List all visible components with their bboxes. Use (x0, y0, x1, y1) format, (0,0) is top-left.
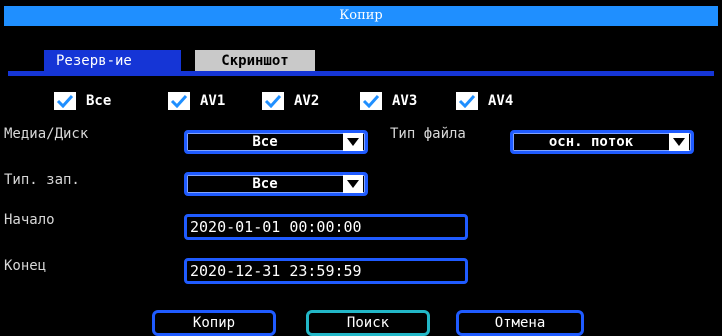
end-label: Конец (4, 258, 47, 274)
checkbox-av1-label: AV1 (200, 93, 226, 109)
filetype-select-value: осн. поток (548, 134, 634, 150)
dropdown-arrow-icon (343, 133, 363, 151)
rectype-select-value: Все (252, 176, 278, 192)
checkbox-av3-label: AV3 (392, 93, 418, 109)
checkbox-av3[interactable]: AV3 (360, 91, 417, 111)
checkbox-av2[interactable]: AV2 (262, 91, 319, 111)
dropdown-arrow-icon (343, 175, 363, 193)
rectype-label: Тип. зап. (4, 172, 80, 188)
checkbox-av4[interactable]: AV4 (456, 91, 513, 111)
check-icon (54, 92, 76, 110)
copy-dialog: Копир Резерв-ие Скриншот Все AV1 AV2 AV3… (4, 6, 718, 336)
cancel-button[interactable]: Отмена (456, 310, 584, 336)
dialog-title: Копир (4, 6, 718, 26)
media-select[interactable]: Все (184, 130, 368, 154)
media-label: Медиа/Диск (4, 126, 89, 142)
filetype-label: Тип файла (390, 126, 466, 142)
check-icon (262, 92, 284, 110)
filetype-select[interactable]: осн. поток (510, 130, 694, 154)
search-button[interactable]: Поиск (306, 310, 430, 336)
end-datetime-input[interactable]: 2020-12-31 23:59:59 (184, 258, 468, 284)
checkbox-all-label: Все (86, 93, 112, 109)
start-label: Начало (4, 212, 55, 228)
checkbox-av4-label: AV4 (488, 93, 514, 109)
checkbox-all[interactable]: Все (54, 91, 111, 111)
tab-screenshot[interactable]: Скриншот (195, 50, 315, 72)
checkbox-av2-label: AV2 (294, 93, 320, 109)
copy-button[interactable]: Копир (152, 310, 276, 336)
check-icon (360, 92, 382, 110)
start-datetime-input[interactable]: 2020-01-01 00:00:00 (184, 214, 468, 240)
checkbox-av1[interactable]: AV1 (168, 91, 225, 111)
dropdown-arrow-icon (669, 133, 689, 151)
rectype-select[interactable]: Все (184, 172, 368, 196)
tab-underline (8, 71, 714, 76)
tab-backup[interactable]: Резерв-ие (44, 50, 181, 72)
check-icon (456, 92, 478, 110)
check-icon (168, 92, 190, 110)
media-select-value: Все (252, 134, 278, 150)
